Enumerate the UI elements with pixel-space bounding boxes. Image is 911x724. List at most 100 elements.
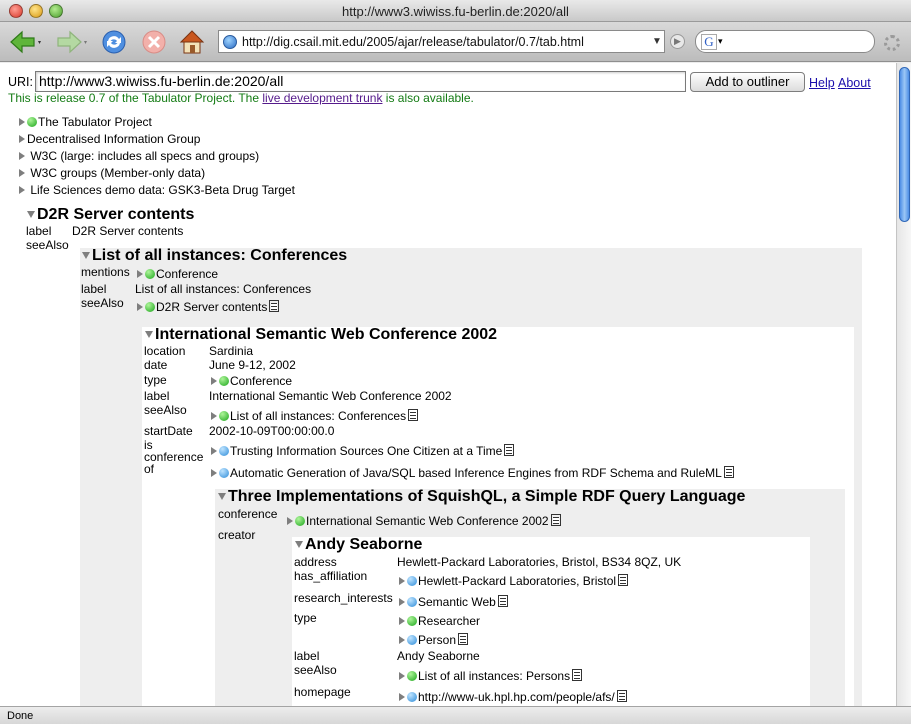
outline-item[interactable]: W3C groups (Member-only data) (19, 166, 205, 180)
collapse-triangle-icon[interactable] (27, 211, 35, 218)
property-value[interactable]: Semantic Web (399, 595, 508, 609)
status-bar: Done (0, 706, 911, 724)
expand-triangle-icon[interactable] (19, 118, 25, 126)
blue-status-dot-icon (407, 597, 417, 607)
address-text[interactable]: http://dig.csail.mit.edu/2005/ajar/relea… (242, 35, 650, 49)
expand-triangle-icon[interactable] (19, 169, 25, 177)
document-icon[interactable] (458, 633, 469, 645)
expand-triangle-icon[interactable] (399, 598, 405, 606)
value-label: Semantic Web (418, 595, 496, 609)
property-key: type (294, 611, 317, 625)
address-bar[interactable]: http://dig.csail.mit.edu/2005/ajar/relea… (218, 30, 665, 53)
forward-arrow-icon (57, 30, 87, 54)
site-globe-icon (223, 34, 237, 49)
property-value[interactable]: List of all instances: Persons (399, 669, 583, 683)
property-value[interactable]: http://www-uk.hpl.hp.com/people/afs/ (399, 690, 627, 704)
value-label: Trusting Information Sources One Citizen… (230, 444, 503, 458)
d2r-heading[interactable]: D2R Server contents (27, 206, 194, 224)
andy-seaborne-heading[interactable]: Andy Seaborne (295, 536, 422, 554)
document-icon[interactable] (504, 444, 515, 456)
uri-input[interactable]: http://www3.wiwiss.fu-berlin.de:2020/all (35, 71, 686, 92)
property-value[interactable]: Conference (137, 267, 218, 281)
document-icon[interactable] (616, 690, 627, 702)
property-value[interactable]: D2R Server contents (137, 300, 280, 314)
conferences-heading[interactable]: List of all instances: Conferences (82, 247, 347, 265)
property-value[interactable]: Conference (211, 374, 292, 388)
expand-triangle-icon[interactable] (19, 186, 25, 194)
collapse-triangle-icon[interactable] (218, 493, 226, 500)
release-notice: This is release 0.7 of the Tabulator Pro… (8, 91, 474, 105)
property-value[interactable]: List of all instances: Conferences (211, 409, 419, 423)
property-key: homepage (294, 685, 351, 699)
property-value[interactable]: Researcher (399, 614, 480, 628)
expand-triangle-icon[interactable] (399, 617, 405, 625)
expand-triangle-icon[interactable] (19, 152, 25, 160)
stop-button[interactable] (138, 27, 170, 57)
address-history-dropdown-icon[interactable]: ▼ (650, 36, 664, 47)
collapse-triangle-icon[interactable] (295, 541, 303, 548)
blue-status-dot-icon (219, 468, 229, 478)
property-value: Hewlett-Packard Laboratories, Bristol, B… (397, 555, 682, 569)
property-value[interactable]: Person (399, 633, 469, 647)
expand-triangle-icon[interactable] (137, 270, 143, 278)
outline-item[interactable]: W3C (large: includes all specs and group… (19, 149, 259, 163)
search-engine-dropdown-icon[interactable]: ▾ (718, 36, 723, 47)
home-button[interactable] (176, 27, 208, 57)
outline-item[interactable]: The Tabulator Project (19, 115, 152, 129)
forward-button[interactable] (50, 27, 92, 57)
value-label: Automatic Generation of Java/SQL based I… (230, 466, 722, 480)
reload-icon (102, 30, 126, 54)
document-icon[interactable] (723, 466, 734, 478)
expand-triangle-icon[interactable] (211, 377, 217, 385)
document-icon[interactable] (572, 669, 583, 681)
outline-item[interactable]: Decentralised Information Group (19, 132, 200, 146)
expand-triangle-icon[interactable] (211, 447, 217, 455)
collapse-triangle-icon[interactable] (145, 331, 153, 338)
property-value[interactable]: International Semantic Web Conference 20… (287, 514, 561, 528)
outline-item[interactable]: Life Sciences demo data: GSK3-Beta Drug … (19, 183, 295, 197)
add-to-outliner-button[interactable]: Add to outliner (690, 72, 805, 92)
property-value: International Semantic Web Conference 20… (209, 389, 452, 403)
go-button[interactable]: ▶ (670, 34, 685, 49)
help-link[interactable]: Help (809, 76, 835, 90)
value-label: http://www-uk.hpl.hp.com/people/afs/ (418, 690, 615, 704)
iswc-title: International Semantic Web Conference 20… (155, 326, 498, 343)
property-value[interactable]: Hewlett-Packard Laboratories, Bristol (399, 574, 629, 588)
document-icon[interactable] (408, 409, 419, 421)
property-key: seeAlso (144, 403, 187, 417)
back-button[interactable] (6, 27, 46, 57)
expand-triangle-icon[interactable] (399, 636, 405, 644)
expand-triangle-icon[interactable] (211, 412, 217, 420)
value-label: Person (418, 633, 457, 647)
green-status-dot-icon (295, 516, 305, 526)
live-development-trunk-link[interactable]: live development trunk (262, 91, 382, 105)
value-label: Conference (230, 374, 293, 388)
expand-triangle-icon[interactable] (287, 517, 293, 525)
expand-triangle-icon[interactable] (19, 135, 25, 143)
property-key: seeAlso (81, 296, 124, 310)
squishql-heading[interactable]: Three Implementations of SquishQL, a Sim… (218, 488, 745, 506)
expand-triangle-icon[interactable] (137, 303, 143, 311)
expand-triangle-icon[interactable] (211, 469, 217, 477)
document-icon[interactable] (618, 574, 629, 586)
green-status-dot-icon (407, 671, 417, 681)
document-icon[interactable] (550, 514, 561, 526)
expand-triangle-icon[interactable] (399, 672, 405, 680)
property-value[interactable]: Trusting Information Sources One Citizen… (211, 444, 515, 458)
reload-button[interactable] (98, 27, 130, 57)
search-box[interactable]: G ▾ (695, 30, 875, 53)
collapse-triangle-icon[interactable] (82, 252, 90, 259)
scrollbar-thumb[interactable] (899, 67, 910, 222)
property-value[interactable]: Automatic Generation of Java/SQL based I… (211, 466, 734, 480)
property-key: location (144, 344, 186, 358)
about-link[interactable]: About (838, 76, 871, 90)
google-search-engine-icon[interactable]: G (701, 33, 717, 50)
vertical-scrollbar[interactable] (896, 63, 911, 706)
iswc-heading[interactable]: International Semantic Web Conference 20… (145, 326, 497, 344)
expand-triangle-icon[interactable] (399, 693, 405, 701)
document-icon[interactable] (497, 595, 508, 607)
document-icon[interactable] (269, 300, 280, 312)
expand-triangle-icon[interactable] (399, 577, 405, 585)
stop-icon (142, 30, 166, 54)
andy-seaborne-title: Andy Seaborne (305, 536, 423, 553)
